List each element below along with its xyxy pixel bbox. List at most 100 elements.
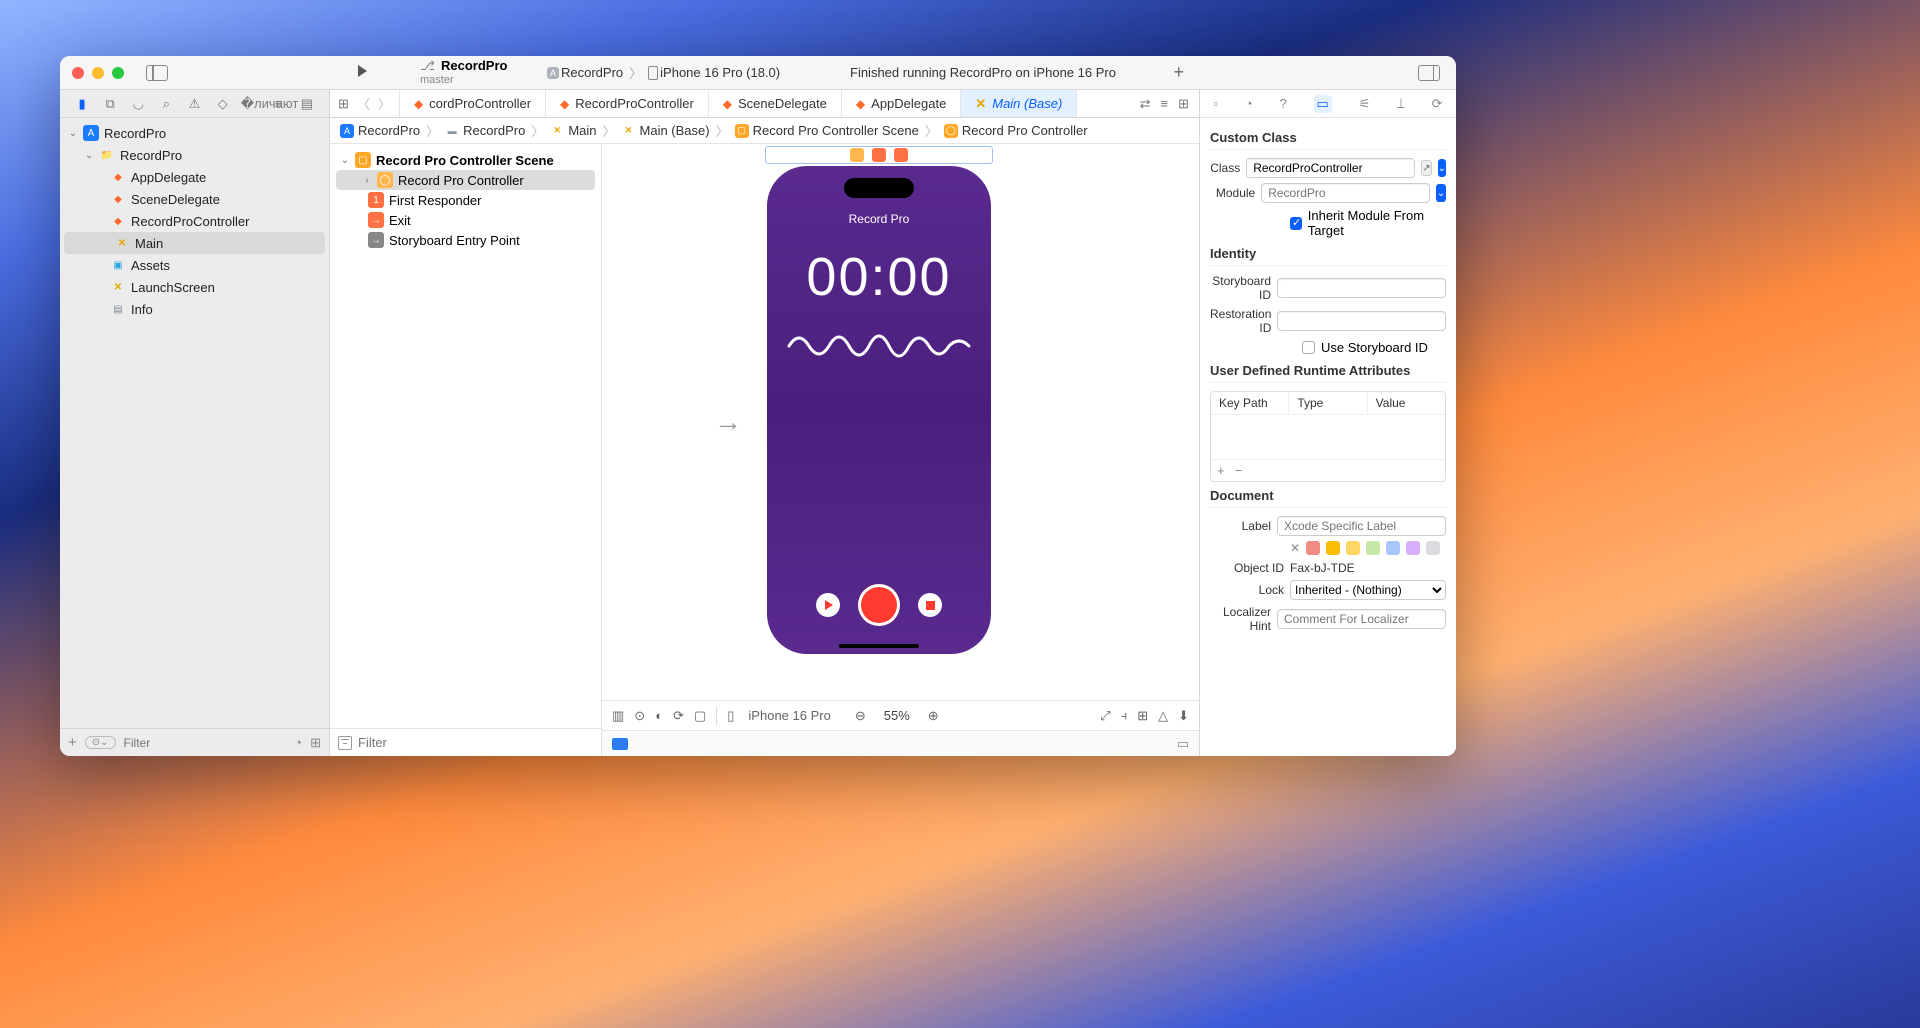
tree-item[interactable]: ▣ Assets xyxy=(60,254,329,276)
ib-canvas[interactable]: → Record Pro 00:00 xyxy=(602,144,1199,700)
lock-select[interactable]: Inherited - (Nothing) xyxy=(1290,580,1446,600)
outline-item-selected[interactable]: › ◯ Record Pro Controller xyxy=(336,170,595,190)
play-button[interactable] xyxy=(816,593,840,617)
editor-tab-active[interactable]: ✕Main (Base) xyxy=(961,90,1077,117)
issues-tab[interactable]: ⚠ xyxy=(184,96,204,112)
runtime-attributes-table[interactable]: Key Path Type Value + − xyxy=(1210,391,1446,482)
tree-item[interactable]: ◆ RecordProController xyxy=(60,210,329,232)
color-swatch[interactable] xyxy=(1306,541,1320,555)
nav-back-button[interactable]: 〈 xyxy=(357,94,370,113)
editor-options-icon[interactable]: ≡ xyxy=(1161,96,1169,111)
record-button[interactable] xyxy=(858,584,900,626)
adjust-editor-icon[interactable]: ⇄ xyxy=(1140,96,1151,112)
first-responder-icon[interactable] xyxy=(872,148,886,162)
color-swatch[interactable] xyxy=(1346,541,1360,555)
add-editor-icon[interactable]: ⊞ xyxy=(1178,96,1189,112)
outline-scene[interactable]: ⌄ ▢ Record Pro Controller Scene xyxy=(330,150,601,170)
outline-toggle-icon[interactable]: ▥ xyxy=(612,708,624,724)
size-inspector-tab[interactable]: ⟘ xyxy=(1397,96,1405,112)
pin-icon[interactable]: ⊞ xyxy=(1137,708,1148,724)
orientation-icon[interactable]: ⟳ xyxy=(673,708,684,724)
tree-item[interactable]: ▤ Info xyxy=(60,298,329,320)
filter-icon[interactable] xyxy=(338,736,352,750)
appearance-icon[interactable]: ◐ xyxy=(655,708,663,723)
history-inspector-tab[interactable]: ◔ xyxy=(1245,96,1253,111)
embed-icon[interactable]: ⤢ xyxy=(1100,708,1110,724)
color-swatch[interactable] xyxy=(1386,541,1400,555)
close-button[interactable] xyxy=(72,67,84,79)
toggle-inspector-icon[interactable] xyxy=(1418,65,1440,81)
tree-item[interactable]: ◆ SceneDelegate xyxy=(60,188,329,210)
zoom-out-button[interactable]: ⊖ xyxy=(855,708,866,724)
project-root[interactable]: ⌄ A RecordPro xyxy=(60,122,329,144)
navigator-filter-input[interactable] xyxy=(124,736,287,750)
project-navigator-tab[interactable]: ▮ xyxy=(72,96,92,112)
color-swatch[interactable] xyxy=(1406,541,1420,555)
nav-forward-button[interactable]: 〉 xyxy=(378,94,391,113)
reports-tab[interactable]: ▤ xyxy=(297,96,317,112)
help-inspector-tab[interactable]: ? xyxy=(1280,96,1287,111)
toggle-debug-area-icon[interactable]: ▭ xyxy=(1177,736,1189,752)
entry-point-arrow-icon[interactable]: → xyxy=(714,406,742,438)
device-icon[interactable]: ▯ xyxy=(727,708,734,724)
editor-tab[interactable]: ◆SceneDelegate xyxy=(709,90,842,117)
tree-item[interactable]: ✕ LaunchScreen xyxy=(60,276,329,298)
tree-item[interactable]: ◆ AppDelegate xyxy=(60,166,329,188)
filter-scope-button[interactable]: ⊙⌄ xyxy=(85,736,116,749)
run-button[interactable] xyxy=(355,64,369,81)
device-preview[interactable]: Record Pro 00:00 xyxy=(767,166,991,654)
restoration-id-input[interactable] xyxy=(1277,311,1446,331)
jump-bar[interactable]: ARecordPro〉 ▬RecordPro〉 ✕Main〉 ✕Main (Ba… xyxy=(330,118,1199,144)
scheme-selector[interactable]: A RecordPro 〉 iPhone 16 Pro (18.0) xyxy=(547,63,780,82)
align-icon[interactable]: ⫞ xyxy=(1121,708,1128,724)
storyboard-id-input[interactable] xyxy=(1277,278,1446,298)
outline-item[interactable]: → Storyboard Entry Point xyxy=(330,230,601,250)
editor-tab[interactable]: ◆AppDelegate xyxy=(842,90,961,117)
add-attribute-button[interactable]: + xyxy=(1217,463,1225,478)
module-input[interactable] xyxy=(1261,183,1430,203)
module-dropdown-button[interactable]: ⌄ xyxy=(1436,184,1446,202)
adjust-icon[interactable]: ⊙ xyxy=(634,708,645,724)
outline-item[interactable]: → Exit xyxy=(330,210,601,230)
inherit-module-checkbox[interactable] xyxy=(1290,217,1302,230)
stop-button[interactable] xyxy=(918,593,942,617)
zoom-button[interactable] xyxy=(112,67,124,79)
localizer-hint-input[interactable] xyxy=(1277,609,1446,629)
layout-icon[interactable]: ▢ xyxy=(694,708,706,724)
jump-to-class-button[interactable]: ↗ xyxy=(1421,160,1431,176)
attributes-inspector-tab[interactable]: ⚟ xyxy=(1359,96,1371,112)
editor-tab[interactable]: ◆RecordProController xyxy=(546,90,709,117)
outline-item[interactable]: 1 First Responder xyxy=(330,190,601,210)
use-storyboardid-checkbox[interactable] xyxy=(1302,341,1315,354)
tree-item-selected[interactable]: ✕ Main xyxy=(64,232,325,254)
resolve-icon[interactable]: △ xyxy=(1158,708,1168,724)
search-tab[interactable]: ⌕ xyxy=(156,96,176,112)
embed-in-icon[interactable]: ⬇ xyxy=(1178,708,1189,724)
recent-icon[interactable]: ◔ xyxy=(294,735,302,750)
color-swatch[interactable] xyxy=(1326,541,1340,555)
debug-indicator-icon[interactable] xyxy=(612,738,628,750)
scene-dock[interactable] xyxy=(765,146,993,164)
exit-icon[interactable] xyxy=(894,148,908,162)
outline-filter-input[interactable] xyxy=(358,735,593,750)
clear-color-button[interactable]: ✕ xyxy=(1290,541,1300,555)
identity-inspector-tab[interactable]: ▭ xyxy=(1314,95,1332,113)
doc-label-input[interactable] xyxy=(1277,516,1446,536)
add-tab-button[interactable]: + xyxy=(1173,62,1184,83)
scm-filter-icon[interactable]: ⊞ xyxy=(310,735,321,751)
chevron-down-icon[interactable]: ⌄ xyxy=(68,128,78,139)
viewcontroller-icon[interactable] xyxy=(850,148,864,162)
project-folder[interactable]: ⌄ 📁 RecordPro xyxy=(60,144,329,166)
bookmark-tab[interactable]: ◡ xyxy=(128,96,148,112)
zoom-in-button[interactable]: ⊕ xyxy=(928,708,939,724)
color-swatch[interactable] xyxy=(1366,541,1380,555)
chevron-down-icon[interactable]: ⌄ xyxy=(84,150,94,161)
color-swatch[interactable] xyxy=(1426,541,1440,555)
class-dropdown-button[interactable]: ⌄ xyxy=(1438,159,1446,177)
toggle-navigator-icon[interactable] xyxy=(146,65,168,81)
breakpoints-tab[interactable]: ≡ xyxy=(269,96,289,111)
debug-tab[interactable]: �личают xyxy=(241,96,261,112)
connections-inspector-tab[interactable]: ⟳ xyxy=(1432,96,1443,112)
file-inspector-tab[interactable]: ▫ xyxy=(1213,96,1218,111)
minimize-button[interactable] xyxy=(92,67,104,79)
